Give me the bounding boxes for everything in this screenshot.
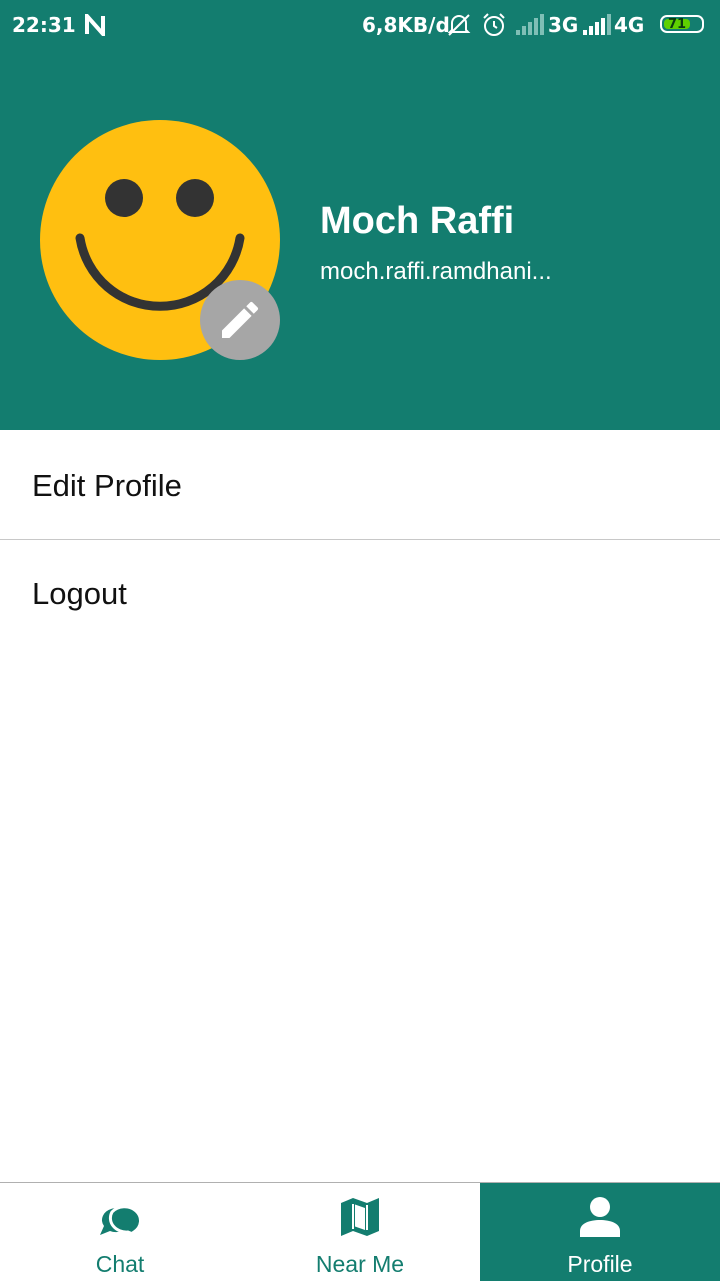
person-icon [580,1197,620,1237]
edit-avatar-button[interactable] [200,280,280,360]
nav-item-near-me[interactable]: Near Me [240,1183,480,1281]
network-speed: 6,8KB/d [362,13,450,37]
nav-item-chat[interactable]: Chat [0,1183,240,1281]
status-bar: 22:31 6,8KB/d 3G 4G 71 [0,0,720,52]
status-time: 22:31 [12,13,76,37]
nav-label-chat: Chat [95,1251,145,1277]
notification-n-icon [84,10,106,41]
logout-item[interactable]: Logout [0,540,720,648]
edit-profile-item[interactable]: Edit Profile [0,432,720,540]
bottom-navigation: Chat Near Me Profile [0,1182,720,1281]
signal-strong-icon [581,14,611,41]
network-type-1: 3G [548,13,579,37]
avatar[interactable] [40,120,280,360]
profile-name: Moch Raffi [320,200,515,242]
pencil-icon [222,301,259,338]
battery-level: 71 [667,16,687,32]
nav-label-near-me: Near Me [315,1251,405,1277]
signal-weak-icon [514,14,544,41]
profile-header: Moch Raffi moch.raffi.ramdhani... [0,52,720,430]
chat-bubbles-icon [100,1205,142,1239]
logout-label: Logout [32,576,127,611]
map-icon [341,1198,379,1236]
battery-icon: 71 [660,15,704,33]
muted-bell-icon [446,12,472,43]
alarm-icon [481,12,507,43]
battery-fill: 71 [664,16,690,32]
network-type-2: 4G [614,13,645,37]
nav-item-profile[interactable]: Profile [480,1183,720,1281]
nav-label-profile: Profile [567,1251,633,1277]
edit-profile-label: Edit Profile [32,467,182,503]
profile-email: moch.raffi.ramdhani... [320,258,552,285]
